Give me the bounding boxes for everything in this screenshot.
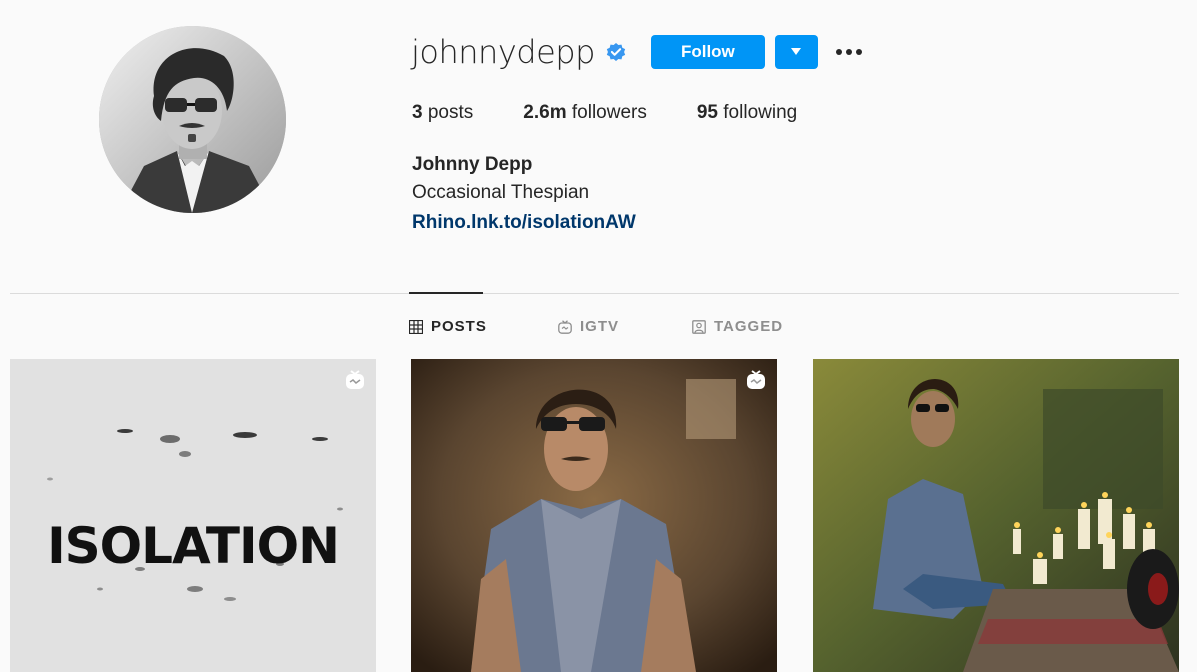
post-caption-text: ISOLATION	[47, 517, 340, 575]
following-count: 95	[696, 102, 718, 123]
posts-stat: 3 posts	[412, 102, 473, 124]
more-options-button[interactable]	[834, 37, 864, 67]
post-image-isolation	[10, 359, 376, 672]
bio-description: Occasional Thespian	[412, 182, 590, 203]
tagged-icon	[692, 319, 706, 334]
following-label: following	[723, 102, 798, 123]
igtv-icon	[558, 319, 572, 334]
username: johnnydepp	[411, 33, 595, 71]
caret-down-icon	[791, 48, 802, 55]
tab-posts[interactable]: POSTS	[409, 318, 487, 335]
grid-icon	[409, 319, 423, 334]
follow-button[interactable]: Follow	[650, 35, 765, 69]
profile-photo	[99, 26, 286, 213]
post-image-portrait	[411, 359, 777, 672]
post-tile[interactable]: ISOLATION	[10, 359, 376, 672]
more-options-icon	[835, 49, 862, 55]
igtv-badge-icon	[745, 369, 767, 391]
igtv-badge-icon	[344, 369, 366, 391]
avatar[interactable]	[99, 26, 286, 213]
tabs-divider	[10, 293, 1179, 294]
full-name: Johnny Depp	[412, 154, 533, 175]
tab-igtv[interactable]: IGTV	[558, 318, 619, 335]
followers-stat[interactable]: 2.6m followers	[523, 102, 647, 124]
tab-tagged[interactable]: TAGGED	[692, 318, 783, 335]
profile-page: johnnydepp Follow 3 posts 2.6m followers…	[0, 0, 1197, 672]
following-stat[interactable]: 95 following	[697, 102, 797, 124]
post-tile[interactable]	[411, 359, 777, 672]
post-image-candles	[813, 359, 1179, 672]
posts-label: posts	[427, 102, 474, 123]
username-row: johnnydepp Follow	[411, 32, 864, 72]
bio: Johnny Depp Occasional Thespian Rhino.ln…	[412, 152, 636, 238]
profile-stats: 3 posts 2.6m followers 95 following	[412, 102, 847, 124]
followers-count: 2.6m	[523, 102, 567, 123]
followers-label: followers	[571, 102, 647, 123]
post-tile[interactable]	[813, 359, 1179, 672]
tab-posts-label: POSTS	[431, 318, 487, 335]
tab-tagged-label: TAGGED	[714, 318, 784, 335]
tab-igtv-label: IGTV	[580, 318, 620, 335]
verified-badge-icon	[605, 41, 627, 63]
profile-tabs: POSTS IGTV TAGGED	[0, 318, 1197, 338]
suggested-dropdown-button[interactable]	[774, 35, 818, 69]
posts-count: 3	[412, 102, 423, 123]
active-tab-indicator	[409, 292, 483, 294]
bio-link[interactable]: Rhino.lnk.to/isolationAW	[412, 208, 636, 238]
